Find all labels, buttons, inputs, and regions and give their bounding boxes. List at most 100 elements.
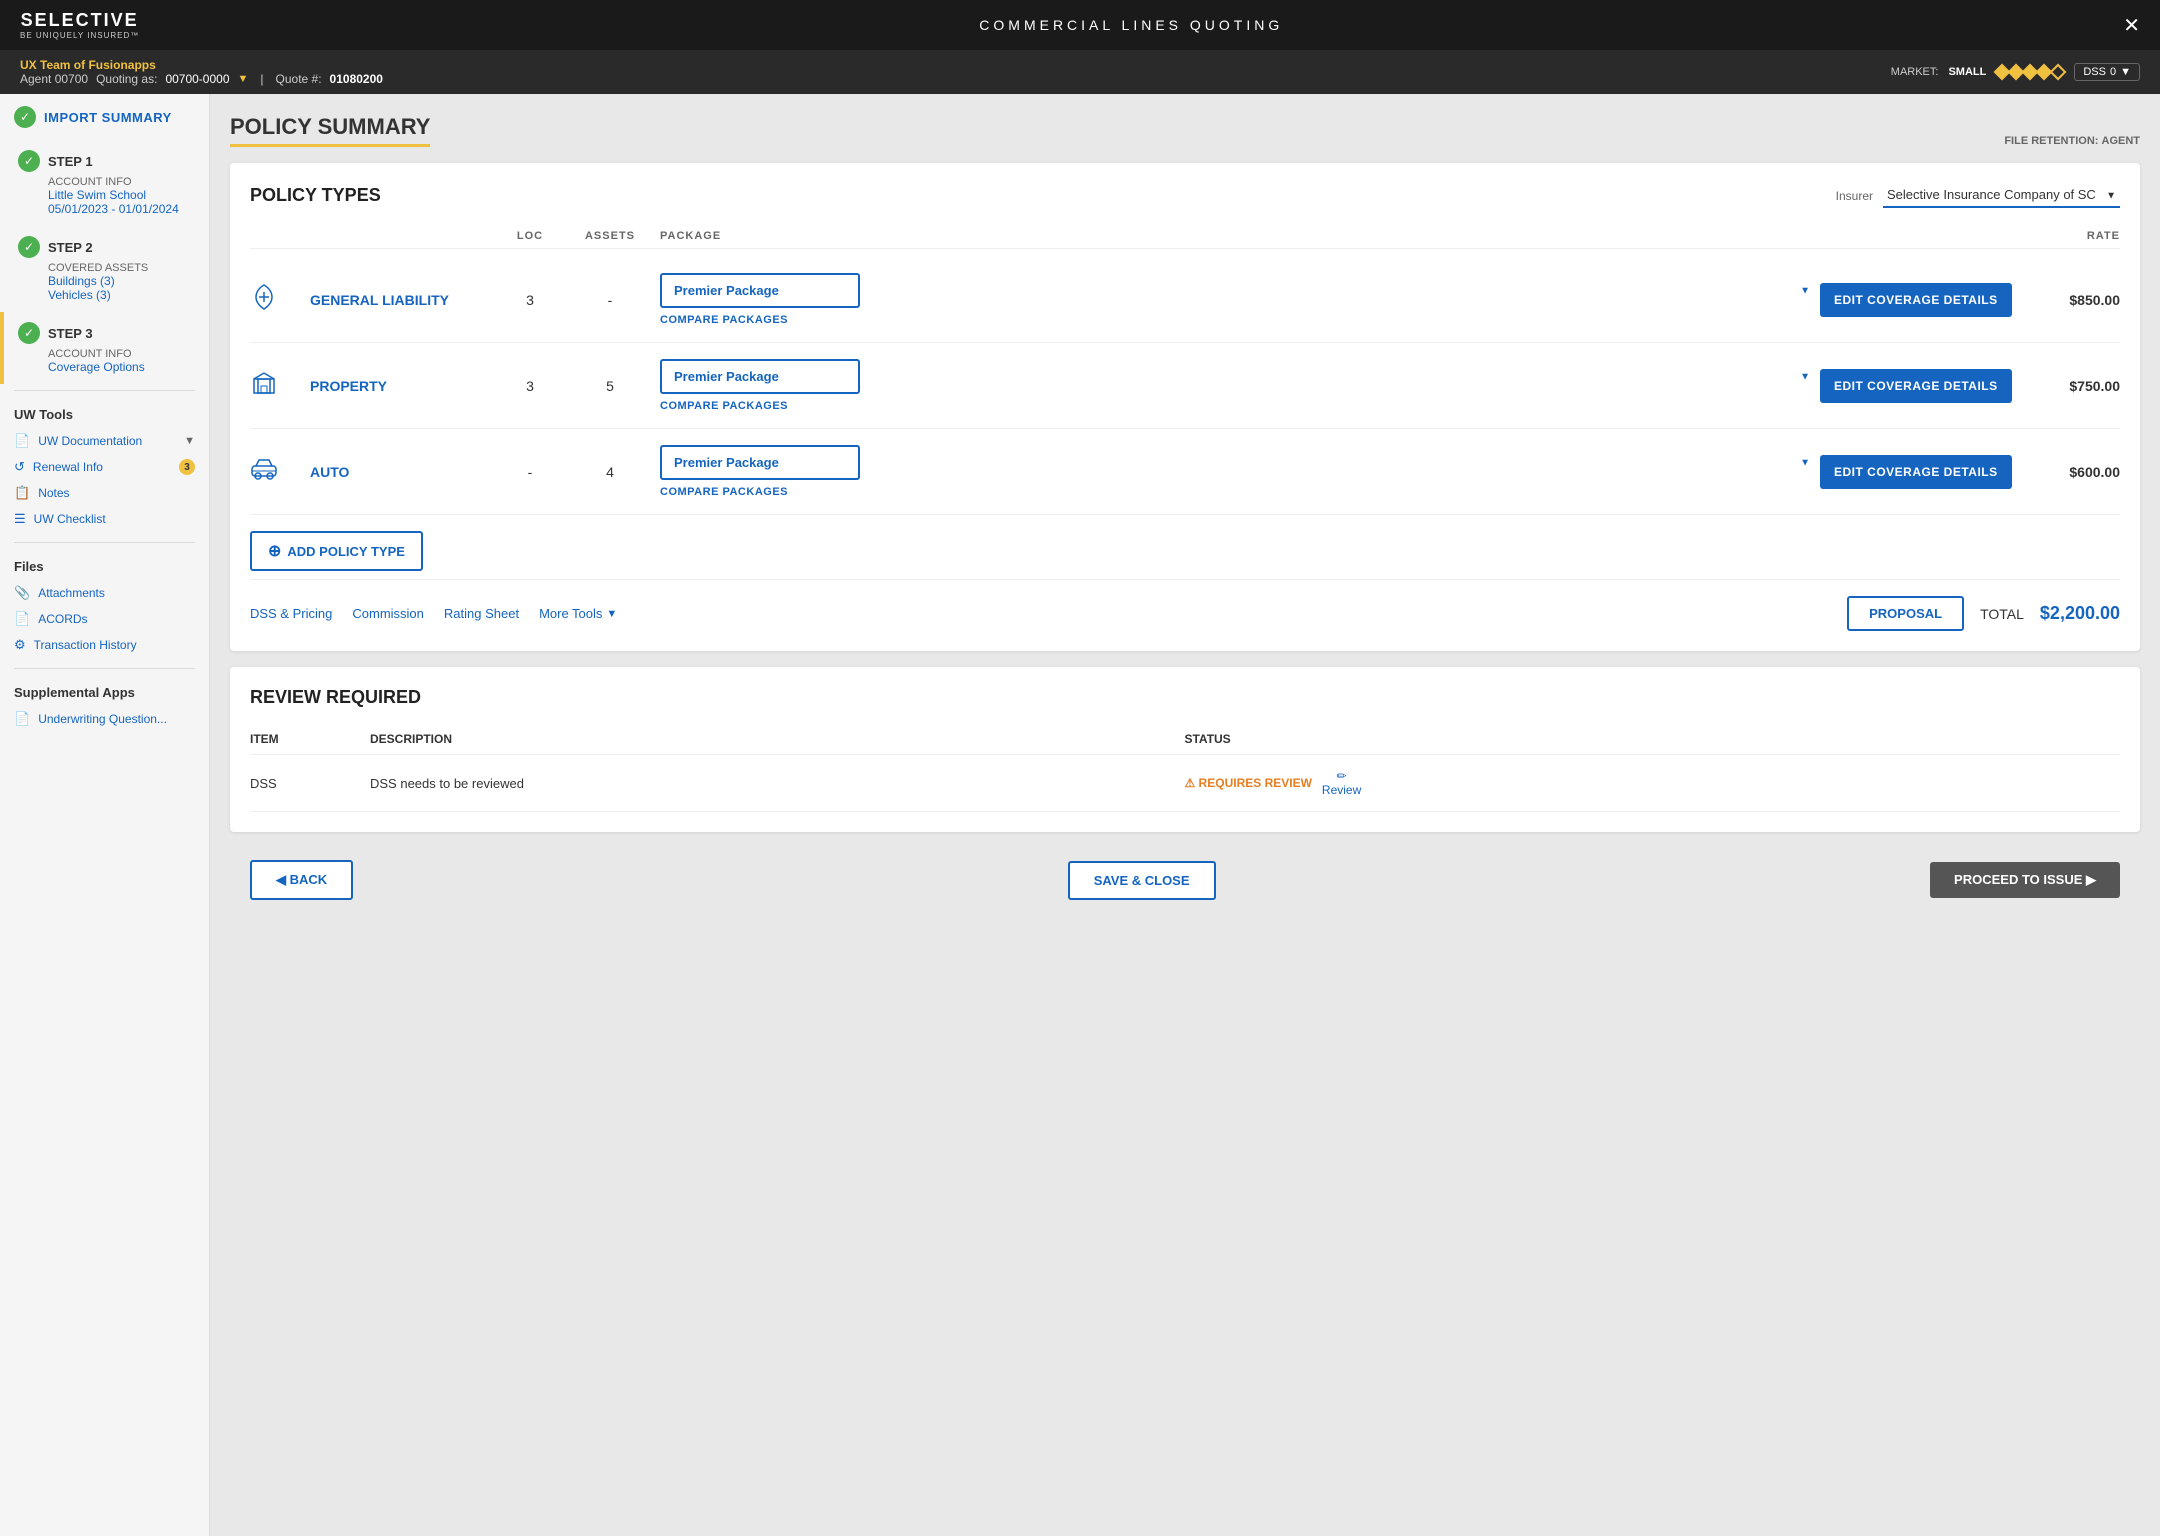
transaction-history-label: Transaction History xyxy=(34,638,137,652)
review-description-dss: DSS needs to be reviewed xyxy=(370,755,1184,812)
step-3-link-coverage[interactable]: Coverage Options xyxy=(48,360,195,374)
supplemental-section: Supplemental Apps 📄 Underwriting Questio… xyxy=(0,675,209,736)
th-status: STATUS xyxy=(1184,724,2120,755)
insurer-section: Insurer Selective Insurance Company of S… xyxy=(1836,183,2120,208)
dss-badge[interactable]: DSS 0 ▼ xyxy=(2074,63,2140,81)
step-1-link-school[interactable]: Little Swim School xyxy=(48,188,195,202)
uw-tools-title: UW Tools xyxy=(14,407,195,422)
uw-tools-section: UW Tools 📄 UW Documentation ▼ ↺ Renewal … xyxy=(0,397,209,536)
dss-pricing-link[interactable]: DSS & Pricing xyxy=(250,606,332,621)
import-summary-item[interactable]: ✓ IMPORT SUMMARY xyxy=(0,94,209,140)
step-2-link-vehicles[interactable]: Vehicles (3) xyxy=(48,288,195,302)
review-status-dss: ⚠ REQUIRES REVIEW ✏ Review xyxy=(1184,755,2120,812)
import-summary-link[interactable]: IMPORT SUMMARY xyxy=(44,110,172,125)
auto-package-section: Premier Package COMPARE PACKAGES xyxy=(650,445,1820,498)
review-edit-button[interactable]: ✏ Review xyxy=(1322,769,1361,797)
sidebar-item-attachments[interactable]: 📎 Attachments xyxy=(14,580,195,606)
step-3-label: ACCOUNT INFO xyxy=(48,348,195,360)
property-name[interactable]: PROPERTY xyxy=(310,378,490,394)
general-liability-loc: 3 xyxy=(490,292,570,308)
general-liability-edit-wrapper: EDIT COVERAGE DETAILS xyxy=(1820,283,2020,317)
sidebar-item-notes[interactable]: 📋 Notes xyxy=(14,480,195,506)
auto-package-wrapper[interactable]: Premier Package xyxy=(660,445,1820,480)
dss-diamonds xyxy=(1996,66,2064,78)
insurer-select[interactable]: Selective Insurance Company of SC xyxy=(1883,183,2120,208)
auto-name[interactable]: AUTO xyxy=(310,464,490,480)
step-2-title: STEP 2 xyxy=(48,240,93,255)
agent-dropdown[interactable]: ▼ xyxy=(238,73,249,85)
add-policy-type-button[interactable]: ⊕ ADD POLICY TYPE xyxy=(250,531,423,571)
review-required-title: REVIEW REQUIRED xyxy=(250,687,2120,708)
sidebar-item-uw-documentation[interactable]: 📄 UW Documentation ▼ xyxy=(14,428,195,454)
step-1-label: ACCOUNT INFO xyxy=(48,176,195,188)
logo-sub: BE UNIQUELY INSURED™ xyxy=(20,31,139,40)
auto-edit-button[interactable]: EDIT COVERAGE DETAILS xyxy=(1820,455,2012,489)
page-title-section: POLICY SUMMARY FILE RETENTION: AGENT xyxy=(230,114,2140,147)
notes-icon: 📋 xyxy=(14,485,30,501)
agent-number: 00700-0000 xyxy=(165,72,229,86)
save-close-button[interactable]: SAVE & CLOSE xyxy=(1068,861,1216,900)
divider-2 xyxy=(14,542,195,543)
auto-edit-wrapper: EDIT COVERAGE DETAILS xyxy=(1820,455,2020,489)
sidebar-item-acords[interactable]: 📄 ACORDs xyxy=(14,606,195,632)
sidebar-item-transaction-history[interactable]: ⚙ Transaction History xyxy=(14,632,195,658)
renewal-info-label: Renewal Info xyxy=(33,460,103,474)
step-2-link-buildings[interactable]: Buildings (3) xyxy=(48,274,195,288)
agent-label: Agent 00700 xyxy=(20,72,88,86)
commission-link[interactable]: Commission xyxy=(352,606,424,621)
proceed-to-issue-button[interactable]: PROCEED TO ISSUE ▶ xyxy=(1930,862,2120,898)
proposal-button[interactable]: PROPOSAL xyxy=(1847,596,1964,631)
review-action-label[interactable]: Review xyxy=(1322,783,1361,797)
add-policy-label: ADD POLICY TYPE xyxy=(287,544,405,559)
dss-label: DSS xyxy=(2083,66,2106,78)
insurer-label: Insurer xyxy=(1836,189,1873,203)
general-liability-edit-button[interactable]: EDIT COVERAGE DETAILS xyxy=(1820,283,2012,317)
dss-chevron: ▼ xyxy=(2120,66,2131,78)
general-liability-name[interactable]: GENERAL LIABILITY xyxy=(310,292,490,308)
auto-rate: $600.00 xyxy=(2020,464,2120,480)
footer-right: PROPOSAL TOTAL $2,200.00 xyxy=(1847,596,2120,631)
file-retention-label: FILE RETENTION: xyxy=(2004,135,2098,147)
uw-doc-chevron: ▼ xyxy=(184,435,195,447)
back-button[interactable]: ◀ BACK xyxy=(250,860,353,900)
property-icon xyxy=(250,369,310,403)
market-value: SMALL xyxy=(1948,66,1986,78)
more-tools-wrapper[interactable]: More Tools ▼ xyxy=(539,606,617,621)
dss-count: 0 xyxy=(2110,66,2116,78)
property-package-select[interactable]: Premier Package xyxy=(660,359,860,394)
more-tools-link[interactable]: More Tools xyxy=(539,606,602,621)
quoting-as-label: Quoting as: xyxy=(96,72,157,86)
auto-package-select[interactable]: Premier Package xyxy=(660,445,860,480)
property-assets: 5 xyxy=(570,378,650,394)
acords-label: ACORDs xyxy=(38,612,87,626)
general-liability-assets: - xyxy=(570,292,650,308)
property-edit-button[interactable]: EDIT COVERAGE DETAILS xyxy=(1820,369,2012,403)
uw-documentation-label: UW Documentation xyxy=(38,434,142,448)
main-layout: ✓ IMPORT SUMMARY ✓ STEP 1 ACCOUNT INFO L… xyxy=(0,94,2160,1536)
logo-text: SELECTIVE xyxy=(21,10,139,31)
step-3-circle: ✓ xyxy=(18,322,40,344)
property-package-wrapper[interactable]: Premier Package xyxy=(660,359,1820,394)
general-liability-package-wrapper[interactable]: Premier Package xyxy=(660,273,1820,308)
more-tools-chevron: ▼ xyxy=(606,608,617,620)
general-liability-compare[interactable]: COMPARE PACKAGES xyxy=(660,314,1820,326)
step-1: ✓ STEP 1 ACCOUNT INFO Little Swim School… xyxy=(0,140,209,226)
import-summary-check: ✓ xyxy=(14,106,36,128)
supplemental-title: Supplemental Apps xyxy=(14,685,195,700)
general-liability-package-select[interactable]: Premier Package xyxy=(660,273,860,308)
close-button[interactable]: ✕ xyxy=(2123,13,2140,38)
sidebar-item-uw-checklist[interactable]: ☰ UW Checklist xyxy=(14,506,195,532)
step-2-circle: ✓ xyxy=(18,236,40,258)
attachments-icon: 📎 xyxy=(14,585,30,601)
rating-sheet-link[interactable]: Rating Sheet xyxy=(444,606,519,621)
attachments-label: Attachments xyxy=(38,586,105,600)
add-policy-plus-icon: ⊕ xyxy=(268,541,281,561)
insurer-wrapper[interactable]: Selective Insurance Company of SC xyxy=(1883,183,2120,208)
step-2-label: COVERED ASSETS xyxy=(48,262,195,274)
property-compare[interactable]: COMPARE PACKAGES xyxy=(660,400,1820,412)
auto-compare[interactable]: COMPARE PACKAGES xyxy=(660,486,1820,498)
review-item-dss: DSS xyxy=(250,755,370,812)
sidebar-item-renewal-info[interactable]: ↺ Renewal Info 3 xyxy=(14,454,195,480)
sub-header: UX Team of Fusionapps Agent 00700 Quotin… xyxy=(0,50,2160,94)
sidebar-item-underwriting[interactable]: 📄 Underwriting Question... xyxy=(14,706,195,732)
